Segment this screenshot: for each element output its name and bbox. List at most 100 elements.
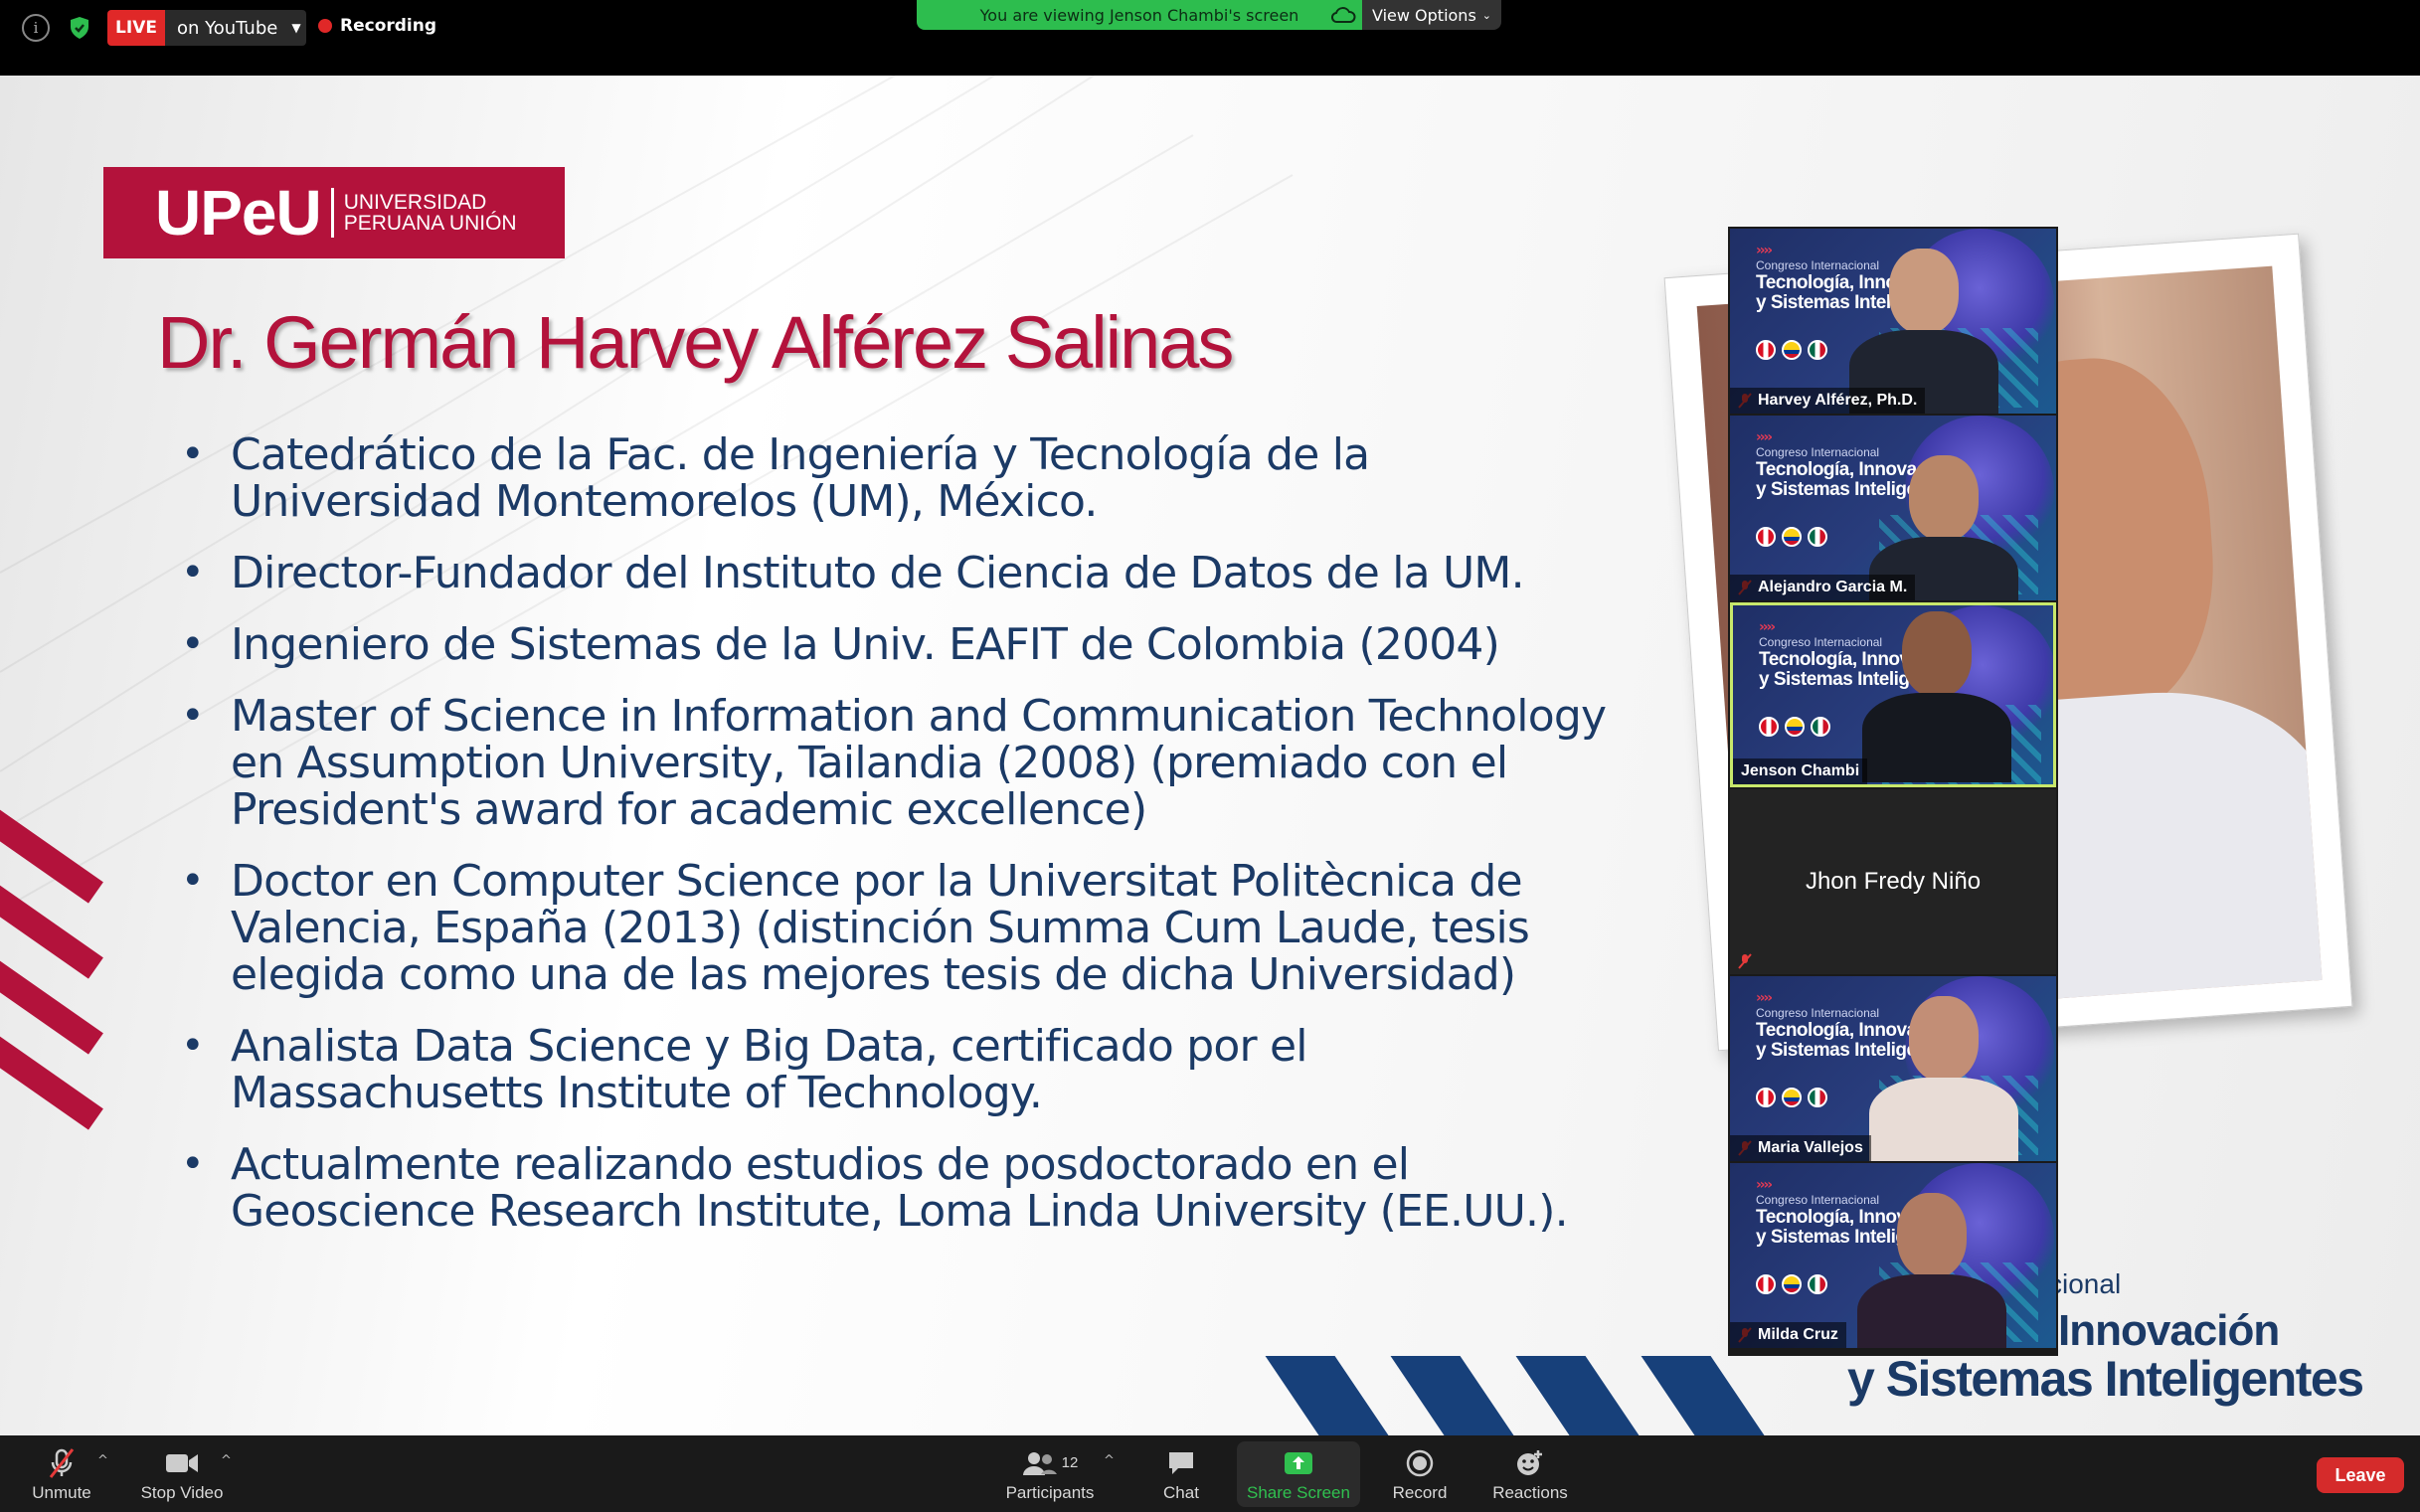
conference-label-small: cional: [2048, 1268, 2122, 1299]
participant-head: [1897, 1193, 1967, 1278]
info-icon[interactable]: i: [22, 14, 50, 42]
chevron-graphic: ››››: [1759, 619, 1776, 635]
banner-congress-text: Congreso Internacional: [1756, 1006, 1880, 1020]
video-tile[interactable]: ›››› Congreso Internacional Tecnología, …: [1730, 229, 2056, 414]
live-destination-dropdown[interactable]: on YouTube ▼: [165, 10, 306, 46]
participants-count: 12: [1061, 1454, 1079, 1471]
video-gallery-strip: ›››› Congreso Internacional Tecnología, …: [1728, 227, 2058, 1356]
mexico-flag-icon: [1811, 717, 1830, 737]
flag-row: [1756, 527, 1827, 547]
participant-head: [1889, 249, 1959, 334]
video-tile[interactable]: ›››› Congreso Internacional Tecnología, …: [1730, 976, 2056, 1161]
chevron-down-icon: ▼: [291, 21, 301, 35]
video-options-caret-icon[interactable]: ^: [221, 1453, 232, 1468]
peru-flag-icon: [1756, 527, 1776, 547]
share-screen-button[interactable]: Share Screen: [1237, 1441, 1360, 1507]
mexico-flag-icon: [1808, 1274, 1827, 1294]
meeting-controls-toolbar: Unmute ^ Stop Video ^ 12 Participants ^ …: [0, 1435, 2420, 1512]
screen-share-banner: You are viewing Jenson Chambi's screen: [917, 0, 1362, 30]
participant-name: Harvey Alférez, Ph.D.: [1730, 388, 1926, 414]
participant-name: Jhon Fredy Niño: [1805, 868, 1982, 895]
logo-text: UNIVERSIDAD PERUANA UNIÓN: [344, 192, 517, 234]
bio-bullet-list: Catedrático de la Fac. de Ingeniería y T…: [181, 431, 1613, 1260]
stop-video-label: Stop Video: [140, 1482, 224, 1502]
video-tile-no-video[interactable]: Jhon Fredy Niño: [1730, 789, 2056, 974]
chevron-graphic: ››››: [1756, 1177, 1773, 1193]
participant-name: Jenson Chambi: [1733, 758, 1868, 784]
stop-video-button[interactable]: Stop Video: [135, 1435, 229, 1512]
bio-bullet: Catedrático de la Fac. de Ingeniería y T…: [181, 431, 1613, 525]
bio-bullet: Doctor en Computer Science por la Univer…: [181, 858, 1613, 998]
security-shield-icon[interactable]: [66, 14, 93, 42]
share-screen-icon: [1283, 1445, 1314, 1481]
video-tile[interactable]: ›››› Congreso Internacional Tecnología, …: [1730, 1163, 2056, 1348]
peru-flag-icon: [1756, 1088, 1776, 1107]
recording-label: Recording: [340, 16, 437, 36]
flag-row: [1756, 1274, 1827, 1294]
colombia-flag-icon: [1785, 717, 1805, 737]
participant-video: [1869, 996, 2018, 1161]
chevron-down-icon: ⌄: [1481, 8, 1491, 22]
chevron-graphic: ››››: [1756, 429, 1773, 445]
live-destination-label: on YouTube: [177, 17, 278, 39]
participant-head: [1909, 996, 1979, 1082]
bio-bullet: Analista Data Science y Big Data, certif…: [181, 1023, 1613, 1116]
reactions-smiley-icon: [1514, 1445, 1546, 1481]
meeting-top-bar: i LIVE on YouTube ▼ Recording You are vi…: [0, 0, 2420, 76]
share-screen-label: Share Screen: [1247, 1483, 1350, 1502]
flag-row: [1759, 717, 1830, 737]
mexico-flag-icon: [1808, 340, 1827, 360]
peru-flag-icon: [1759, 717, 1779, 737]
record-icon: [1405, 1445, 1435, 1481]
audio-options-caret-icon[interactable]: ^: [97, 1453, 108, 1468]
participant-body: [1869, 1078, 2018, 1161]
participant-video: [1862, 611, 2011, 782]
video-tile-active-speaker[interactable]: ›››› Congreso Internacional Tecnología, …: [1730, 602, 2056, 787]
chat-label: Chat: [1163, 1482, 1199, 1502]
reactions-button[interactable]: Reactions: [1489, 1435, 1571, 1512]
flag-row: [1756, 340, 1827, 360]
participant-name: Milda Cruz: [1730, 1322, 1846, 1348]
participant-video: [1857, 1193, 2006, 1348]
conference-title-line-2: y Sistemas Inteligentes: [1847, 1351, 2364, 1407]
participant-name: Alejandro Garcia M.: [1730, 575, 1916, 600]
mic-muted-icon: [47, 1445, 77, 1481]
flag-row: [1756, 1088, 1827, 1107]
reactions-label: Reactions: [1492, 1482, 1568, 1502]
participants-options-caret-icon[interactable]: ^: [1104, 1453, 1115, 1468]
slide-title: Dr. Germán Harvey Alférez Salinas: [157, 301, 1234, 384]
participant-head: [1909, 455, 1979, 541]
leave-button[interactable]: Leave: [2317, 1457, 2404, 1493]
video-tile[interactable]: ›››› Congreso Internacional Tecnología, …: [1730, 416, 2056, 600]
unmute-button[interactable]: Unmute: [26, 1435, 97, 1512]
logo-mark: UPeU: [155, 177, 322, 249]
chat-button[interactable]: Chat: [1153, 1435, 1209, 1512]
view-options-label: View Options: [1371, 5, 1476, 25]
record-button[interactable]: Record: [1388, 1435, 1452, 1512]
chevron-graphic: ››››: [1756, 990, 1773, 1006]
mexico-flag-icon: [1808, 1088, 1827, 1107]
upeu-logo: UPeU UNIVERSIDAD PERUANA UNIÓN: [103, 167, 565, 258]
recording-indicator[interactable]: Recording: [318, 16, 436, 36]
colombia-flag-icon: [1782, 1088, 1802, 1107]
peru-flag-icon: [1756, 340, 1776, 360]
participant-head: [1902, 611, 1972, 697]
participant-body: [1862, 693, 2011, 782]
view-options-button[interactable]: View Options ⌄: [1362, 0, 1501, 30]
banner-congress-text: Congreso Internacional: [1756, 445, 1880, 459]
chat-bubble-icon: [1166, 1445, 1196, 1481]
logo-line-1: UNIVERSIDAD: [343, 191, 487, 214]
colombia-flag-icon: [1782, 340, 1802, 360]
bio-bullet: Ingeniero de Sistemas de la Univ. EAFIT …: [181, 621, 1613, 668]
participants-button[interactable]: 12 Participants: [998, 1435, 1102, 1512]
logo-separator: [330, 188, 334, 238]
participant-name: Maria Vallejos: [1730, 1135, 1871, 1161]
unmute-label: Unmute: [32, 1482, 91, 1502]
participant-body: [1857, 1274, 2006, 1348]
live-badge: LIVE: [107, 10, 165, 46]
logo-line-2: PERUANA UNIÓN: [343, 212, 517, 235]
bio-bullet: Director-Fundador del Instituto de Cienc…: [181, 550, 1613, 596]
record-label: Record: [1392, 1482, 1448, 1502]
mexico-flag-icon: [1808, 527, 1827, 547]
peru-flag-icon: [1756, 1274, 1776, 1294]
